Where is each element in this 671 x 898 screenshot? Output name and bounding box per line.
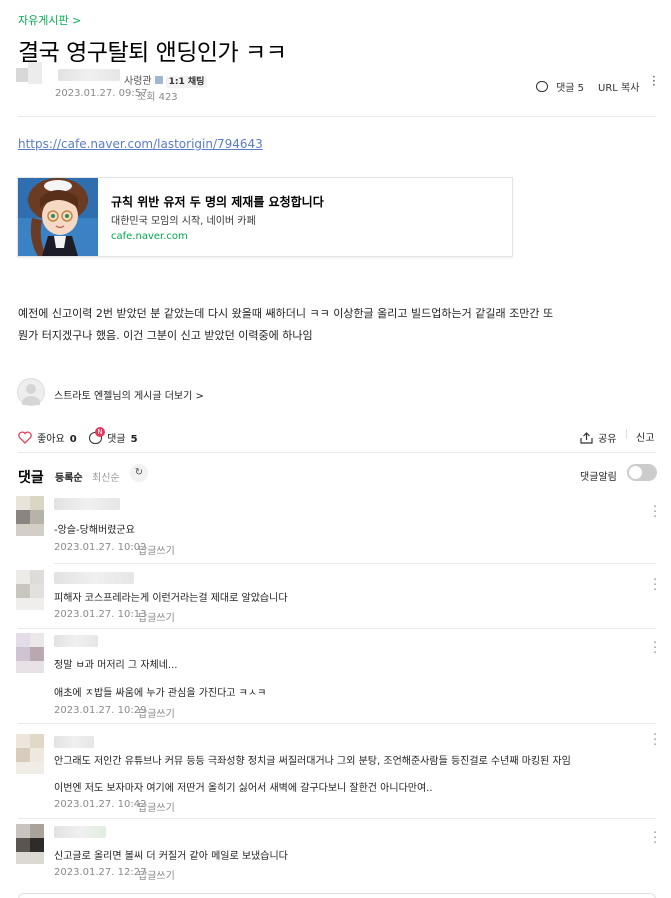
post-body-line: 예전에 신고이력 2번 받았던 분 같았는데 다시 왔을때 쌔하더니 ㅋㅋ 이상… bbox=[18, 307, 554, 320]
url-copy-button[interactable]: URL 복사 bbox=[598, 79, 639, 94]
post-title: 결국 영구탈퇴 앤딩인가 ㅋㅋ bbox=[18, 40, 287, 66]
post-views: 조회 423 bbox=[137, 92, 178, 103]
reply-button[interactable]: 답글쓰기 bbox=[138, 705, 175, 720]
comment-notify-toggle[interactable] bbox=[627, 464, 657, 481]
author-nickname[interactable] bbox=[58, 69, 120, 81]
author-meta: 사령관 1:1 채팅 bbox=[124, 69, 208, 88]
post-date: 2023.01.27. 09:57 bbox=[55, 88, 148, 99]
like-label: 좋아요 bbox=[37, 434, 65, 445]
link-preview-card[interactable]: 규칙 위반 유저 두 명의 제재를 요청합니다 대한민국 모임의 시작, 네이버… bbox=[17, 177, 513, 257]
maid-character-image bbox=[18, 178, 98, 256]
divider bbox=[54, 563, 656, 564]
commenter-avatar[interactable] bbox=[16, 633, 44, 673]
comment-icon: N bbox=[89, 426, 105, 444]
board-link[interactable]: 자유게시판 > bbox=[18, 12, 81, 28]
comment-more-icon[interactable]: · · · bbox=[653, 827, 657, 850]
reply-button[interactable]: 답글쓰기 bbox=[138, 799, 175, 814]
share-icon bbox=[580, 431, 593, 444]
share-button[interactable]: 공유 bbox=[580, 427, 617, 446]
comment-text: -앙슬-당해버렸군요 bbox=[54, 525, 135, 536]
more-posts-link[interactable]: 스트라토 엔젤님의 게시글 더보기 > bbox=[54, 387, 204, 402]
report-button[interactable]: 신고 bbox=[636, 429, 654, 444]
comment-count-label: 댓글 5 bbox=[556, 83, 585, 94]
comment-more-icon[interactable]: · · · bbox=[653, 574, 657, 597]
action-divider bbox=[626, 429, 627, 439]
like-button[interactable]: 좋아요 0 bbox=[18, 427, 77, 446]
toggle-knob bbox=[629, 466, 642, 479]
author-avatar[interactable] bbox=[16, 62, 42, 92]
comment-more-icon[interactable]: · · · bbox=[653, 729, 657, 752]
comment-notify-label: 댓글알림 bbox=[580, 472, 617, 483]
preview-description: 대한민국 모임의 시작, 네이버 카페 bbox=[111, 216, 256, 227]
post-body-line: 뭔가 터지겠구나 했음. 이건 그분이 신고 받았던 이력중에 하나임 bbox=[18, 329, 313, 342]
comment-bubble-icon bbox=[536, 81, 548, 92]
comment-date: 2023.01.27. 10:02 bbox=[54, 542, 147, 553]
comment-text: 안그래도 저인간 유튜브나 커뮤 등등 극좌성향 정치글 써질러대거나 그외 분… bbox=[54, 756, 571, 767]
comment-date: 2023.01.27. 10:42 bbox=[54, 799, 147, 810]
comment-date: 2023.01.27. 12:27 bbox=[54, 867, 147, 878]
heart-icon bbox=[18, 431, 32, 444]
comment-action-count: 5 bbox=[130, 434, 138, 445]
preview-title: 규칙 위반 유저 두 명의 제재를 요청합니다 bbox=[111, 195, 324, 209]
comment-text: 정말 ㅂ과 머저리 그 자체네... bbox=[54, 660, 178, 671]
comment-text: 신고글로 올리면 볼씨 더 커질거 같아 메일로 보냈습니다 bbox=[54, 851, 288, 862]
chat-button[interactable]: 1:1 채팅 bbox=[165, 76, 208, 88]
comment-text: 이번엔 저도 보자마자 여기에 저딴거 올히기 싫어서 새벽에 갈구다보니 잘한… bbox=[54, 783, 433, 794]
comments-heading: 댓글 bbox=[18, 470, 44, 486]
like-count: 0 bbox=[69, 434, 77, 445]
refresh-icon[interactable]: ↻ bbox=[130, 464, 148, 482]
person-icon bbox=[22, 384, 40, 410]
preview-thumbnail bbox=[18, 178, 98, 256]
commenter-nickname[interactable] bbox=[54, 572, 134, 584]
comment-date: 2023.01.27. 10:29 bbox=[54, 705, 147, 716]
new-badge: N bbox=[95, 426, 105, 437]
comment-text: 피해자 코스프레라는게 이런거라는걸 제대로 알았습니다 bbox=[54, 593, 288, 604]
comment-input-box[interactable] bbox=[18, 893, 656, 898]
comment-action-button[interactable]: N 댓글 5 bbox=[89, 426, 138, 446]
commenter-nickname[interactable] bbox=[54, 736, 94, 748]
share-label: 공유 bbox=[598, 434, 617, 445]
comment-text: 애초에 ㅈ밥들 싸움에 누가 관심을 가진다고 ㅋㅅㅋ bbox=[54, 688, 267, 699]
commenter-avatar[interactable] bbox=[16, 496, 44, 536]
reply-button[interactable]: 답글쓰기 bbox=[138, 867, 175, 882]
commenter-avatar[interactable] bbox=[16, 824, 44, 864]
comment-action-label: 댓글 bbox=[107, 434, 126, 445]
comment-more-icon[interactable]: · · · bbox=[653, 501, 657, 524]
comment-more-icon[interactable]: · · · bbox=[653, 637, 657, 660]
commenter-nickname[interactable] bbox=[54, 498, 120, 510]
commenter-avatar[interactable] bbox=[16, 570, 44, 610]
preview-url: cafe.naver.com bbox=[111, 231, 188, 242]
author-rank: 사령관 bbox=[124, 76, 152, 87]
divider bbox=[18, 628, 656, 629]
reply-button[interactable]: 답글쓰기 bbox=[138, 542, 175, 557]
sort-latest-tab[interactable]: 최신순 bbox=[92, 469, 120, 484]
divider bbox=[18, 723, 656, 724]
commenter-nickname[interactable] bbox=[54, 826, 106, 838]
reply-button[interactable]: 답글쓰기 bbox=[138, 609, 175, 624]
post-link[interactable]: https://cafe.naver.com/lastorigin/794643 bbox=[18, 137, 263, 151]
divider bbox=[18, 452, 656, 453]
commenter-nickname[interactable] bbox=[54, 635, 98, 647]
more-options-icon[interactable]: · · · bbox=[652, 71, 656, 91]
sort-registered-tab[interactable]: 등록순 bbox=[55, 469, 83, 484]
post-body: 예전에 신고이력 2번 받았던 분 같았는데 다시 왔을때 쌔하더니 ㅋㅋ 이상… bbox=[18, 303, 658, 347]
author-profile-icon[interactable] bbox=[17, 378, 45, 410]
comment-count-link[interactable]: 댓글 5 bbox=[536, 76, 584, 95]
commenter-avatar[interactable] bbox=[16, 734, 44, 774]
divider bbox=[18, 116, 656, 117]
rank-icon bbox=[154, 75, 163, 84]
divider bbox=[18, 818, 656, 819]
comment-date: 2023.01.27. 10:13 bbox=[54, 609, 147, 620]
